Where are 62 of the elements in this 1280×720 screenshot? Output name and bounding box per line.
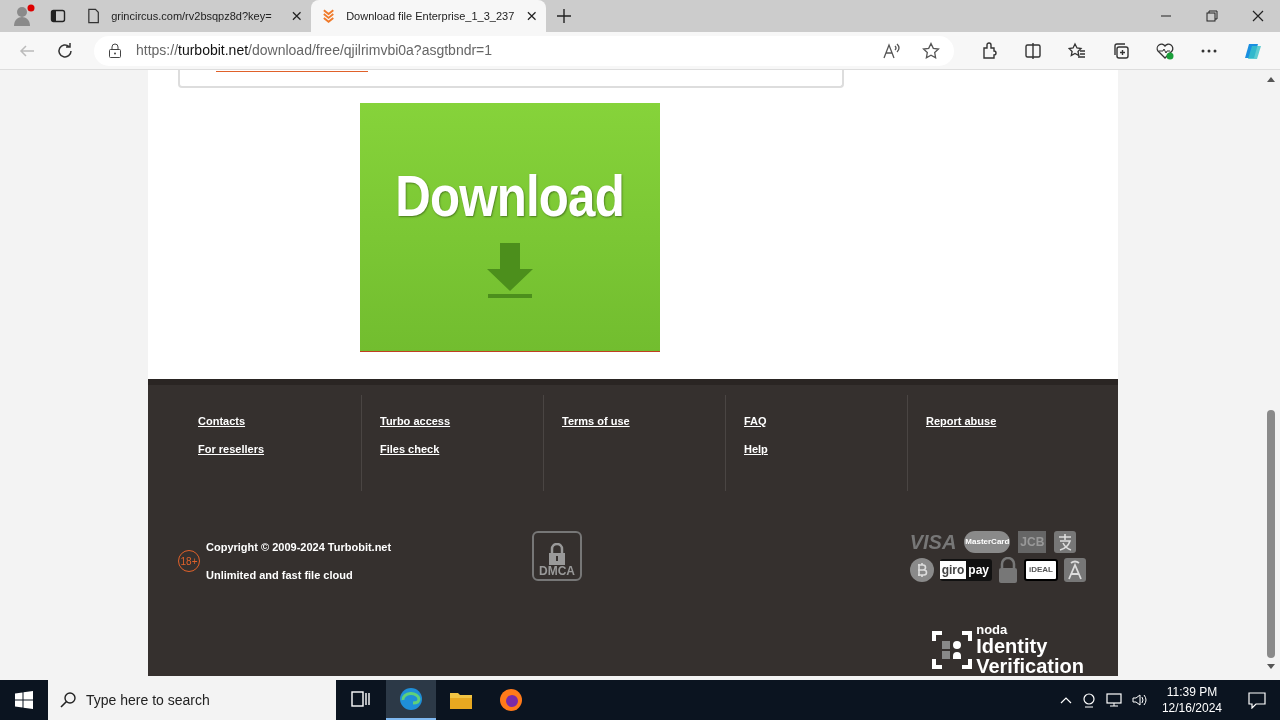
- chevron-up-icon[interactable]: [1059, 696, 1072, 704]
- alipay-icon: [1054, 531, 1077, 553]
- webcam-icon[interactable]: [1081, 692, 1096, 708]
- start-icon[interactable]: [15, 691, 33, 709]
- profile-icon[interactable]: [12, 4, 36, 28]
- footer-link[interactable]: For resellers: [198, 440, 265, 457]
- footer-link[interactable]: Report abuse: [926, 413, 997, 430]
- visa-logo: VISA: [909, 532, 957, 552]
- close-icon[interactable]: [526, 11, 536, 21]
- close-icon[interactable]: [291, 11, 301, 21]
- collections-icon[interactable]: [1112, 41, 1130, 60]
- restore-icon[interactable]: [1206, 10, 1218, 22]
- chevrons-icon: [321, 8, 337, 24]
- verification-text: Verification: [976, 656, 1084, 676]
- star-icon[interactable]: [922, 41, 940, 60]
- letter-a-icon: [1064, 558, 1086, 582]
- face-scan-icon: [932, 628, 973, 671]
- favorites-icon[interactable]: [1068, 41, 1086, 60]
- network-icon[interactable]: [1105, 693, 1122, 707]
- search-field[interactable]: Type here to search: [48, 680, 336, 720]
- padlock-icon: [548, 543, 566, 565]
- giropay-logo: giro pay: [939, 559, 992, 581]
- footer-link[interactable]: Help: [744, 440, 768, 457]
- refresh-icon[interactable]: [56, 41, 74, 60]
- copyright-text: Copyright © 2009-2024 Turbobit.net: [206, 540, 392, 555]
- address-bar[interactable]: https://turbobit.net/download/free/qjilrimvbi0a?asgtbndr=1: [94, 35, 954, 66]
- scrollbar-thumb[interactable]: [1267, 410, 1275, 658]
- footer-link[interactable]: Turbo access: [380, 413, 451, 430]
- footer-link[interactable]: Files check: [380, 440, 440, 457]
- footer-link[interactable]: Terms of use: [562, 413, 630, 430]
- heart-pulse-icon[interactable]: [1156, 41, 1174, 60]
- padlock-icon: [998, 557, 1018, 583]
- volume-icon[interactable]: [1131, 693, 1148, 707]
- extensions-icon[interactable]: [980, 41, 998, 60]
- tab-actions-icon[interactable]: [50, 8, 66, 24]
- edge-button[interactable]: [386, 680, 436, 720]
- url-text: https://turbobit.net/download/free/qjilrimvbi0a?asgtbndr=1: [136, 41, 493, 60]
- scroll-up-icon[interactable]: [1267, 76, 1275, 82]
- firefox-icon: [499, 688, 523, 712]
- brand-text: noda: [976, 623, 1009, 636]
- lock-icon: [108, 42, 122, 59]
- split-screen-icon[interactable]: [1024, 41, 1042, 60]
- new-tab-icon[interactable]: [556, 8, 572, 24]
- dmca-label: DMCA: [539, 565, 575, 577]
- footer-link[interactable]: FAQ: [744, 413, 767, 430]
- scroll-down-icon[interactable]: [1267, 664, 1275, 670]
- tab[interactable]: Download file Enterprise_1_3_237: [311, 0, 546, 32]
- page-icon: [86, 8, 102, 24]
- ideal-logo: iDEAL: [1024, 559, 1058, 581]
- clock[interactable]: 11:39 PM 12/16/2024: [1157, 684, 1226, 716]
- read-aloud-icon[interactable]: [882, 41, 900, 60]
- tagline-text: Unlimited and fast file cloud: [206, 567, 354, 583]
- footer-link[interactable]: Contacts: [198, 413, 246, 430]
- tab[interactable]: grincircus.com/rv2bsqpz8d?key=: [76, 0, 311, 32]
- notifications-icon[interactable]: [1248, 691, 1266, 709]
- bitcoin-icon: [909, 558, 934, 582]
- edge-icon: [399, 687, 423, 711]
- close-icon[interactable]: [1252, 10, 1264, 22]
- search-icon: [60, 692, 76, 708]
- mastercard-logo: MasterCard: [964, 531, 1011, 553]
- download-arrow-icon: [487, 242, 533, 299]
- copilot-icon[interactable]: [1244, 41, 1262, 60]
